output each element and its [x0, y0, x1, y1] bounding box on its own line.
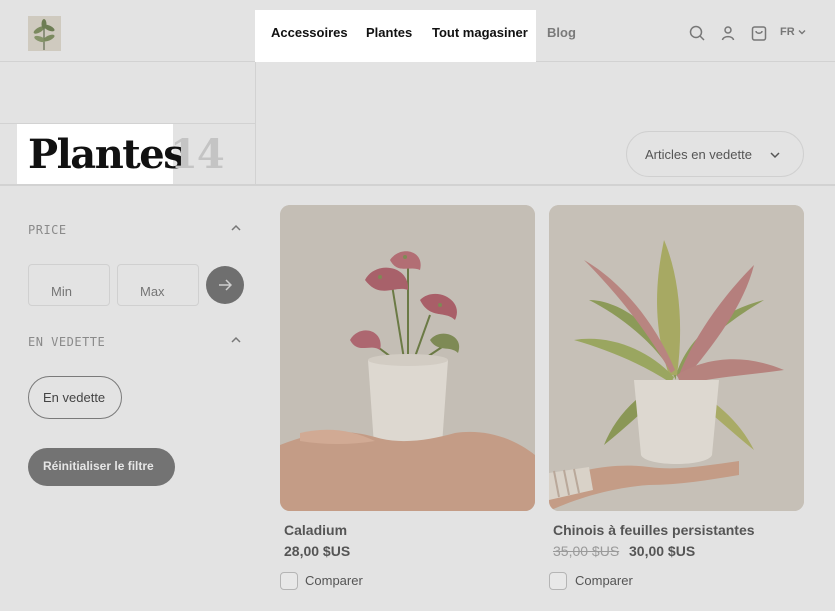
page-title: Plantes	[28, 131, 186, 178]
compare-checkbox[interactable]	[549, 572, 567, 590]
nav-item-blog[interactable]: Blog	[547, 25, 576, 40]
product-name[interactable]: Chinois à feuilles persistantes	[553, 522, 755, 538]
nav-item-accessoires[interactable]: Accessoires	[271, 25, 348, 40]
product-image-caladium[interactable]	[280, 205, 535, 511]
price-max-input[interactable]	[117, 264, 199, 306]
product-count: 14	[170, 131, 225, 178]
cart-icon[interactable]	[750, 24, 768, 42]
compare-checkbox[interactable]	[280, 572, 298, 590]
product-price: 30,00 $US	[629, 543, 696, 559]
divider-horizontal	[0, 184, 835, 186]
account-icon[interactable]	[719, 24, 737, 42]
reset-filter-button[interactable]: Réinitialiser le filtre	[28, 448, 175, 486]
filter-chip-featured[interactable]: En vedette	[28, 376, 122, 419]
filter-heading-price[interactable]: PRICE	[28, 223, 67, 237]
price-apply-button[interactable]	[206, 266, 244, 304]
sort-select[interactable]: Articles en vedette	[626, 131, 804, 177]
arrow-right-icon	[219, 279, 232, 291]
chevron-down-icon	[798, 30, 806, 35]
chevron-up-icon[interactable]	[230, 334, 242, 346]
price-min-input[interactable]	[28, 264, 110, 306]
product-old-price: 35,00 $US	[553, 543, 620, 559]
product-name[interactable]: Caladium	[284, 522, 347, 538]
nav-item-tout-magasiner[interactable]: Tout magasiner	[432, 25, 528, 40]
chip-label: En vedette	[43, 390, 106, 405]
filter-heading-featured[interactable]: EN VEDETTE	[28, 335, 105, 349]
reset-filter-label: Réinitialiser le filtre	[43, 459, 154, 473]
chevron-up-icon[interactable]	[230, 222, 242, 234]
product-image-chinese-evergreen[interactable]	[549, 205, 804, 511]
site-header: Accessoires Plantes Tout magasiner Blog …	[0, 0, 835, 62]
sort-label: Articles en vedette	[645, 147, 752, 162]
compare-label[interactable]: Comparer	[575, 573, 633, 588]
plant-logo-icon[interactable]	[28, 16, 61, 51]
chevron-down-icon	[770, 152, 780, 159]
nav-item-plantes[interactable]: Plantes	[366, 25, 412, 40]
compare-label[interactable]: Comparer	[305, 573, 363, 588]
language-label: FR	[780, 26, 795, 38]
language-selector[interactable]: FR	[780, 26, 807, 38]
divider-vertical	[255, 62, 256, 184]
search-icon[interactable]	[688, 24, 706, 42]
product-price: 28,00 $US	[284, 543, 351, 559]
